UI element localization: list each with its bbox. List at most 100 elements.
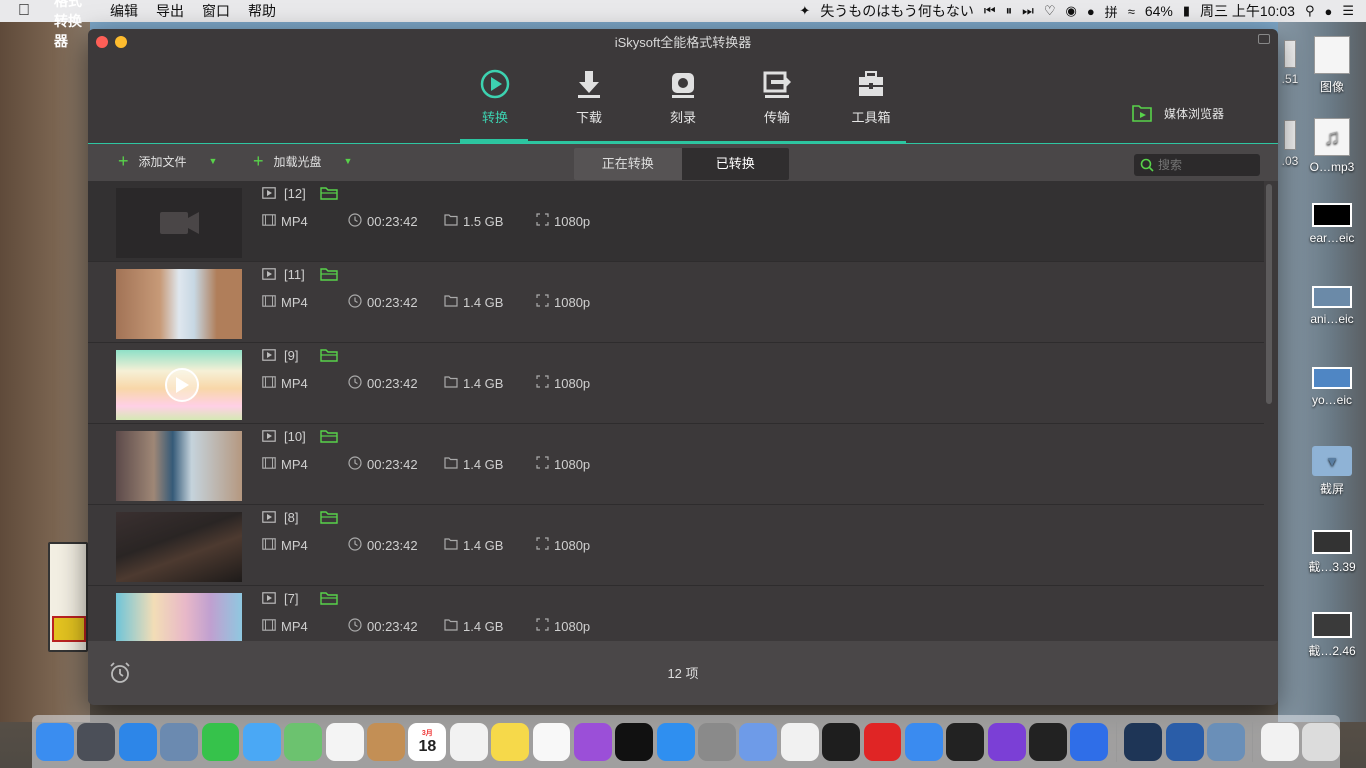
menu-edit[interactable]: 编辑 (110, 1, 138, 21)
dock-app-store-icon[interactable] (656, 722, 695, 761)
tab-converted[interactable]: 已转换 (681, 148, 789, 180)
close-window-button[interactable] (96, 36, 108, 48)
desktop-file-51[interactable]: .51 (1276, 40, 1304, 86)
now-playing-title[interactable]: 失うものはもう何もない (820, 1, 974, 21)
dock-quicktime-icon[interactable] (1124, 722, 1163, 761)
bird-icon[interactable]: ✦ (799, 3, 810, 19)
dock-system-preferences-icon[interactable] (698, 722, 736, 761)
dock-facetime-icon[interactable] (201, 722, 240, 761)
next-track-icon[interactable]: ⏭ (1022, 3, 1034, 19)
open-folder-icon[interactable] (320, 267, 338, 281)
search-input[interactable] (1158, 158, 1248, 172)
tab-toolbox[interactable]: 工具箱 (836, 67, 906, 126)
dock-chrome-icon[interactable] (780, 722, 819, 761)
dock-podcasts-icon[interactable] (573, 722, 612, 761)
load-disc-button[interactable]: + 加载光盘 ▼ (253, 152, 352, 170)
siri-icon[interactable]: ● (1324, 4, 1332, 19)
dock-safari-icon[interactable] (118, 722, 157, 761)
file-row[interactable]: [12] MP4 00:23:42 1.5 GB 1080p (88, 181, 1264, 262)
video-thumbnail[interactable] (116, 269, 242, 339)
dock-notes-icon[interactable] (491, 722, 530, 761)
menubar-clock[interactable]: 周三 上午10:03 (1200, 1, 1295, 21)
dock-qq-icon[interactable] (822, 722, 861, 761)
play-file-icon[interactable] (262, 592, 276, 604)
dock-infuse-icon[interactable] (946, 722, 985, 761)
minimize-window-button[interactable] (115, 36, 127, 48)
tab-convert[interactable]: 转换 (460, 67, 530, 126)
dock-maps-icon[interactable] (284, 722, 323, 761)
feedback-icon[interactable] (1258, 34, 1270, 44)
play-file-icon[interactable] (262, 511, 276, 523)
media-browser-button[interactable]: 媒体浏览器 (1132, 104, 1224, 122)
play-overlay-icon[interactable] (116, 350, 242, 420)
load-disc-dropdown-icon[interactable]: ▼ (344, 156, 353, 166)
dock-contacts-icon[interactable] (367, 722, 405, 761)
file-row[interactable]: [8] MP4 00:23:42 1.4 GB 1080p (88, 505, 1264, 586)
video-thumbnail[interactable] (116, 350, 242, 420)
dock-finder-icon[interactable] (36, 722, 74, 761)
file-row[interactable]: [10] MP4 00:23:42 1.4 GB 1080p (88, 424, 1264, 505)
dock-imovie-icon[interactable] (987, 722, 1026, 761)
netease-status-icon[interactable]: ◉ (1065, 3, 1076, 19)
heart-icon[interactable]: ♡ (1044, 3, 1056, 19)
add-file-button[interactable]: + 添加文件 ▼ (118, 152, 217, 170)
qq-status-icon[interactable]: ● (1087, 4, 1095, 19)
desktop-folder-screenshots[interactable]: ▼ 截屏 (1302, 446, 1362, 497)
apple-menu-icon[interactable]:  (18, 2, 38, 20)
dock-migrator-icon[interactable] (739, 722, 778, 761)
battery-percent[interactable]: 64% (1145, 3, 1173, 19)
video-thumbnail[interactable] (116, 512, 242, 582)
dock-preview-icon[interactable] (160, 722, 199, 761)
desktop-folder-images[interactable]: 图像 (1302, 36, 1362, 95)
dock-mail-icon[interactable] (1260, 722, 1299, 761)
previous-track-icon[interactable]: ⏮ (984, 3, 996, 19)
dock-launchpad-icon[interactable] (77, 722, 116, 761)
desktop-file-mp3[interactable]: ♫ O…mp3 (1302, 118, 1362, 174)
dock-reminders-icon[interactable] (449, 722, 488, 761)
tab-download[interactable]: 下载 (554, 67, 624, 126)
file-row[interactable]: [7] MP4 00:23:42 1.4 GB 1080p (88, 586, 1264, 641)
open-folder-icon[interactable] (320, 510, 338, 524)
open-folder-icon[interactable] (320, 348, 338, 362)
play-file-icon[interactable] (262, 268, 276, 280)
dock-photos-icon[interactable] (325, 722, 364, 761)
menu-app-name[interactable]: 全能格式转换器 (54, 0, 92, 49)
add-file-dropdown-icon[interactable]: ▼ (209, 156, 218, 166)
dock-messages-icon[interactable] (242, 722, 281, 761)
tab-transfer[interactable]: 传输 (742, 67, 812, 126)
menu-window[interactable]: 窗口 (202, 1, 230, 21)
spotlight-search-icon[interactable]: ⚲ (1305, 3, 1315, 19)
battery-icon[interactable]: ▮ (1183, 3, 1190, 19)
wifi-icon[interactable]: ≈ (1128, 4, 1135, 19)
dock-calendar-icon[interactable]: 3月 18 (408, 722, 447, 761)
open-folder-icon[interactable] (320, 186, 338, 200)
desktop-file-earth[interactable]: ear…eic (1302, 203, 1362, 245)
video-thumbnail[interactable] (116, 593, 242, 641)
dock-final-cut-icon[interactable] (1029, 722, 1067, 761)
dock-trash-icon[interactable] (1302, 722, 1341, 761)
desktop-screenshot-1[interactable]: 截…3.39 (1302, 530, 1362, 575)
play-file-icon[interactable] (262, 349, 276, 361)
desktop-file-03[interactable]: .03 (1276, 120, 1304, 168)
dock-tv-icon[interactable] (615, 722, 654, 761)
open-folder-icon[interactable] (320, 591, 338, 605)
file-row[interactable]: [11] MP4 00:23:42 1.4 GB 1080p (88, 262, 1264, 343)
desktop-file-anime[interactable]: ani…eic (1302, 286, 1362, 326)
play-file-icon[interactable] (262, 430, 276, 442)
tab-converting[interactable]: 正在转换 (574, 148, 682, 180)
tab-burn[interactable]: 刻录 (648, 67, 718, 126)
file-row[interactable]: [9] MP4 00:23:42 1.4 GB 1080p (88, 343, 1264, 424)
dock-image-capture-icon[interactable] (1206, 722, 1245, 761)
play-file-icon[interactable] (262, 187, 276, 199)
dock-music-icon[interactable] (532, 722, 571, 761)
desktop-screenshot-2[interactable]: 截…2.46 (1302, 612, 1362, 659)
pause-icon[interactable]: ⏸ (1006, 3, 1013, 19)
input-method-icon[interactable]: 拼 (1105, 2, 1118, 21)
notification-center-icon[interactable]: ☰ (1342, 3, 1354, 19)
desktop-file-yo[interactable]: yo…eic (1302, 367, 1362, 407)
menu-export[interactable]: 导出 (156, 1, 184, 21)
video-thumbnail[interactable] (116, 188, 242, 258)
dock-wps-icon[interactable] (1070, 722, 1109, 761)
list-scrollbar[interactable] (1266, 184, 1272, 404)
dock-netease-music-icon[interactable] (863, 722, 902, 761)
